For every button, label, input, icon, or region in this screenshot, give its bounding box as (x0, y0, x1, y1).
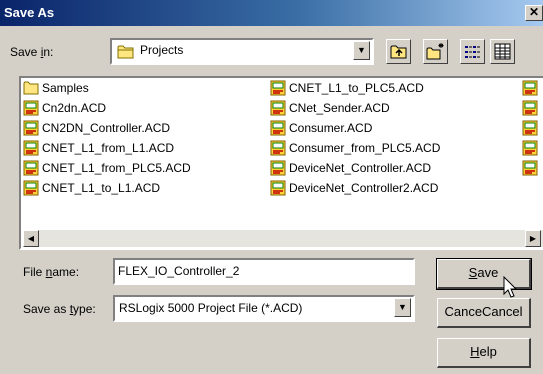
up-one-level-icon (390, 45, 407, 59)
chevron-down-icon: ▼ (398, 302, 407, 312)
horizontal-scrollbar[interactable]: ◀ ▶ (23, 230, 543, 247)
list-item[interactable]: CN2DN_Controller.ACD (23, 119, 170, 137)
list-item[interactable]: CNET_L1_from_L1.ACD (23, 139, 174, 157)
title-bar[interactable]: Save As ✕ (0, 0, 543, 26)
folder-icon (117, 45, 134, 59)
save-as-type-label: Save as type: (23, 302, 96, 316)
file-name-text: Consumer.ACD (289, 121, 373, 135)
acd-file-icon (270, 120, 286, 136)
list-item[interactable]: DeviceNet_Controller.ACD (270, 159, 431, 177)
folder-icon (23, 81, 39, 95)
list-item[interactable] (522, 79, 541, 97)
create-new-folder-icon (426, 43, 444, 60)
save-as-dialog: Save As ✕ Save in: Projects ▼ Samples Cn… (0, 0, 543, 374)
file-list-contents: Samples Cn2dn.ACD CN2DN_Controller.ACD CNET… (21, 78, 543, 250)
file-name-value: FLEX_IO_Controller_2 (118, 264, 240, 278)
mouse-cursor-icon (503, 276, 518, 298)
acd-file-icon (23, 120, 39, 136)
cancel-button[interactable]: CanceCancel (437, 298, 531, 328)
window-title: Save As (4, 5, 55, 20)
acd-file-icon (270, 100, 286, 116)
save-in-combobox[interactable]: Projects ▼ (110, 38, 374, 65)
list-item[interactable]: CNET_L1_to_L1.ACD (23, 179, 160, 197)
arrow-left-icon: ◀ (27, 234, 35, 243)
file-name-text: DeviceNet_Controller2.ACD (289, 181, 439, 195)
file-name-label: File name: (23, 265, 80, 279)
details-view-button[interactable] (490, 39, 515, 64)
acd-file-icon (23, 180, 39, 196)
file-name-text: CNET_L1_from_PLC5.ACD (42, 161, 191, 175)
acd-file-icon (270, 180, 286, 196)
list-item[interactable]: CNET_L1_from_PLC5.ACD (23, 159, 191, 177)
acd-file-icon (522, 160, 538, 176)
save-as-type-dropdown-button[interactable]: ▼ (394, 298, 411, 317)
file-name-text: CN2DN_Controller.ACD (42, 121, 171, 135)
list-item[interactable]: Consumer.ACD (270, 119, 372, 137)
arrow-right-icon: ▶ (529, 234, 537, 243)
list-item[interactable] (522, 139, 541, 157)
scroll-left-button[interactable]: ◀ (23, 230, 39, 247)
file-name-text: CNET_L1_from_L1.ACD (42, 141, 175, 155)
acd-file-icon (522, 80, 538, 96)
acd-file-icon (270, 80, 286, 96)
acd-file-icon (23, 160, 39, 176)
list-item[interactable]: Cn2dn.ACD (23, 99, 106, 117)
list-item[interactable] (522, 99, 541, 117)
save-in-label: Save in: (10, 45, 54, 59)
acd-file-icon (23, 140, 39, 156)
file-name-text: CNET_L1_to_L1.ACD (42, 181, 161, 195)
save-in-value: Projects (140, 43, 184, 57)
file-name-text: Consumer_from_PLC5.ACD (289, 141, 441, 155)
list-item[interactable]: DeviceNet_Controller2.ACD (270, 179, 438, 197)
acd-file-icon (522, 140, 538, 156)
file-name-text: Samples (42, 81, 89, 95)
close-icon: ✕ (528, 5, 540, 19)
help-button[interactable]: Help (437, 338, 531, 368)
list-item[interactable]: Consumer_from_PLC5.ACD (270, 139, 440, 157)
file-name-input[interactable]: FLEX_IO_Controller_2 (113, 258, 415, 285)
file-name-text: CNET_L1_to_PLC5.ACD (289, 81, 424, 95)
up-one-level-button[interactable] (386, 39, 411, 64)
acd-file-icon (270, 140, 286, 156)
list-item[interactable] (522, 159, 541, 177)
list-item[interactable]: CNet_Sender.ACD (270, 99, 390, 117)
details-view-icon (494, 43, 511, 60)
acd-file-icon (270, 160, 286, 176)
list-item[interactable]: CNET_L1_to_PLC5.ACD (270, 79, 424, 97)
scroll-right-button[interactable]: ▶ (525, 230, 541, 247)
save-as-type-combobox[interactable]: RSLogix 5000 Project File (*.ACD) ▼ (113, 295, 415, 322)
save-in-dropdown-button[interactable]: ▼ (353, 41, 370, 60)
create-new-folder-button[interactable] (423, 39, 448, 64)
list-item[interactable] (522, 119, 541, 137)
list-item[interactable]: Samples (23, 79, 89, 97)
close-button[interactable]: ✕ (525, 5, 543, 21)
list-view-button[interactable] (460, 39, 485, 64)
save-as-type-value: RSLogix 5000 Project File (*.ACD) (119, 301, 303, 315)
file-name-text: DeviceNet_Controller.ACD (289, 161, 432, 175)
file-name-text: CNet_Sender.ACD (289, 101, 390, 115)
list-view-icon (465, 46, 480, 58)
acd-file-icon (522, 120, 538, 136)
acd-file-icon (23, 100, 39, 116)
file-name-text: Cn2dn.ACD (42, 101, 107, 115)
chevron-down-icon: ▼ (357, 45, 366, 55)
acd-file-icon (522, 100, 538, 116)
